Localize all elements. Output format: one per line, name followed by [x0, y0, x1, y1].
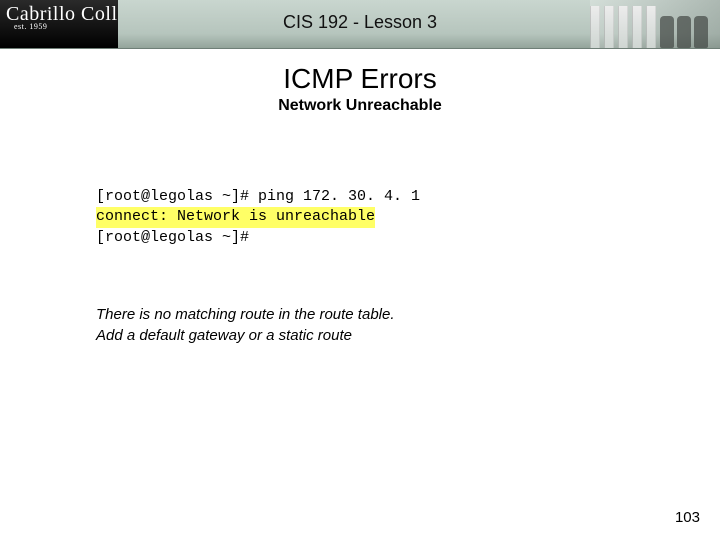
- explain-line-2: Add a default gateway or a static route: [96, 327, 352, 344]
- terminal-line-1: [root@legolas ~]# ping 172. 30. 4. 1: [96, 188, 420, 205]
- terminal-line-highlighted: connect: Network is unreachable: [96, 207, 375, 227]
- slide-title: ICMP Errors: [0, 63, 720, 95]
- header-decoration: [590, 0, 720, 48]
- terminal-line-3: [root@legolas ~]#: [96, 229, 249, 246]
- header-bar: Cabrillo College est. 1959 CIS 192 - Les…: [0, 0, 720, 49]
- explain-line-1: There is no matching route in the route …: [96, 306, 395, 323]
- page-number: 103: [675, 509, 700, 526]
- explanation-text: There is no matching route in the route …: [96, 304, 596, 346]
- terminal-output: [root@legolas ~]# ping 172. 30. 4. 1 con…: [96, 187, 720, 248]
- slide-subtitle: Network Unreachable: [0, 97, 720, 115]
